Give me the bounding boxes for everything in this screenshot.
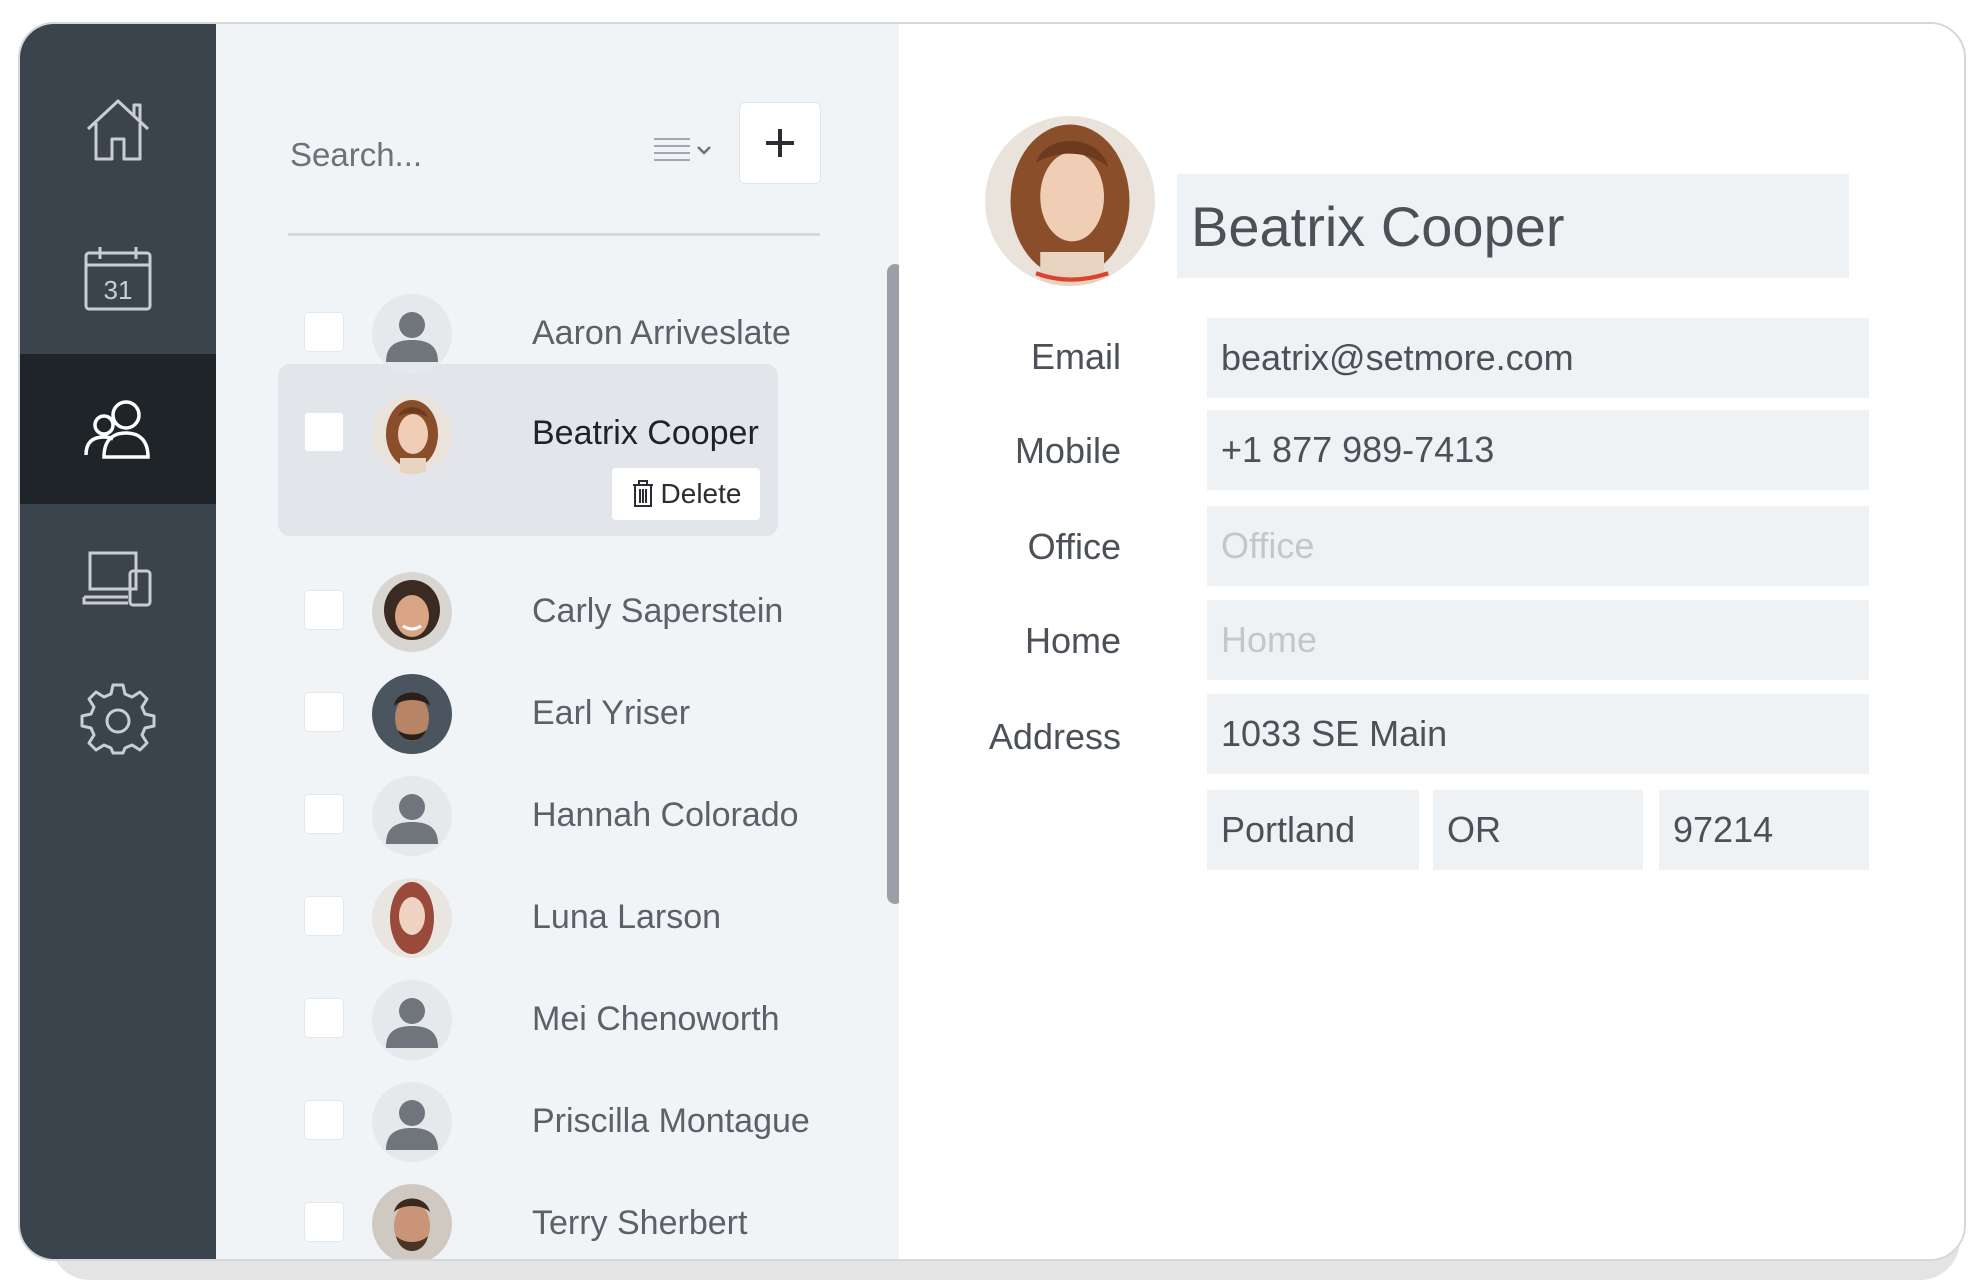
contact-name[interactable]: Aaron Arriveslate	[532, 314, 791, 353]
nav-home[interactable]	[20, 54, 216, 204]
sidebar: 31	[20, 24, 216, 1259]
avatar	[372, 878, 452, 958]
contact-photo	[985, 116, 1155, 286]
mobile-field[interactable]	[1207, 410, 1869, 490]
email-label: Email	[1030, 336, 1121, 377]
search-input[interactable]	[288, 132, 622, 178]
trash-icon	[632, 480, 653, 507]
app-window: 31 Search... Delete Aaron Arriveslate Be…	[18, 22, 1966, 1261]
contact-row-selected[interactable]: Beatrix Cooper	[278, 388, 778, 482]
city-field[interactable]	[1207, 790, 1419, 870]
default-avatar-icon	[372, 776, 452, 856]
contact-row[interactable]: Mei Chenoworth	[278, 974, 780, 1068]
contact-name-field[interactable]	[1177, 174, 1849, 278]
address-label: Address	[988, 716, 1121, 757]
default-avatar-icon	[372, 294, 452, 374]
row-checkbox[interactable]	[304, 1100, 344, 1140]
row-checkbox[interactable]	[304, 590, 344, 630]
mobile-label: Mobile	[1014, 430, 1121, 471]
row-checkbox[interactable]	[304, 1202, 344, 1242]
nav-settings[interactable]	[20, 644, 216, 794]
avatar	[372, 1082, 452, 1162]
devices-icon	[82, 551, 152, 607]
nav-calendar[interactable]: 31	[20, 204, 216, 354]
nav-devices[interactable]	[20, 504, 216, 654]
avatar	[372, 572, 452, 652]
contact-photo	[372, 674, 452, 754]
home-icon	[86, 99, 150, 161]
default-avatar-icon	[372, 1082, 452, 1162]
avatar	[372, 1184, 452, 1259]
contact-name[interactable]: Hannah Colorado	[532, 796, 799, 835]
default-avatar-icon	[372, 980, 452, 1060]
calendar-day: 31	[104, 275, 133, 305]
contact-row[interactable]: Luna Larson	[278, 872, 778, 966]
row-checkbox[interactable]	[304, 896, 344, 936]
contact-row[interactable]: Hannah Colorado	[278, 770, 799, 864]
calendar-icon: 31	[84, 247, 152, 311]
contacts-icon	[84, 400, 150, 459]
contact-name[interactable]: Beatrix Cooper	[532, 414, 759, 453]
contact-list-panel: Delete Aaron Arriveslate Beatrix Cooper	[216, 24, 903, 1259]
gear-icon	[80, 683, 156, 755]
address-field[interactable]	[1207, 694, 1869, 774]
delete-label: Delete	[660, 478, 742, 509]
list-sort-icon	[654, 138, 711, 161]
contact-photo	[372, 572, 452, 652]
contact-row[interactable]: Carly Saperstein	[278, 566, 783, 660]
contact-name[interactable]: Priscilla Montague	[532, 1102, 810, 1141]
home-field[interactable]	[1207, 600, 1869, 680]
state-field[interactable]	[1433, 790, 1643, 870]
contact-name[interactable]: Terry Sherbert	[532, 1204, 747, 1243]
office-field[interactable]	[1207, 506, 1869, 586]
avatar	[372, 294, 452, 374]
plus-icon	[766, 129, 794, 157]
contact-detail-panel: Email Mobile Office Home Address	[899, 24, 1964, 1259]
zip-field[interactable]	[1659, 790, 1869, 870]
contact-name[interactable]: Earl Yriser	[532, 694, 690, 733]
contact-photo	[372, 878, 452, 958]
contact-photo	[372, 1184, 452, 1259]
row-checkbox[interactable]	[304, 312, 344, 352]
contact-row[interactable]: Aaron Arriveslate	[278, 288, 791, 382]
email-field[interactable]	[1207, 318, 1869, 398]
list-divider	[288, 233, 820, 236]
add-contact-button[interactable]	[739, 102, 821, 184]
contact-avatar-large[interactable]	[985, 116, 1155, 286]
contact-row[interactable]: Earl Yriser	[278, 668, 778, 762]
row-checkbox[interactable]	[304, 692, 344, 732]
contact-photo	[372, 394, 452, 474]
nav-contacts[interactable]	[20, 354, 216, 504]
sort-dropdown[interactable]	[644, 122, 724, 178]
home-label: Home	[1024, 620, 1121, 661]
contact-row[interactable]: Terry Sherbert	[278, 1178, 778, 1259]
office-label: Office	[1027, 526, 1121, 567]
contact-name[interactable]: Mei Chenoworth	[532, 1000, 780, 1039]
avatar	[372, 394, 452, 474]
avatar	[372, 980, 452, 1060]
row-checkbox[interactable]	[304, 998, 344, 1038]
contact-row[interactable]: Priscilla Montague	[278, 1076, 810, 1170]
contact-name[interactable]: Carly Saperstein	[532, 592, 783, 631]
row-checkbox[interactable]	[304, 412, 344, 452]
contact-name[interactable]: Luna Larson	[532, 898, 721, 937]
row-checkbox[interactable]	[304, 794, 344, 834]
avatar	[372, 776, 452, 856]
avatar	[372, 674, 452, 754]
